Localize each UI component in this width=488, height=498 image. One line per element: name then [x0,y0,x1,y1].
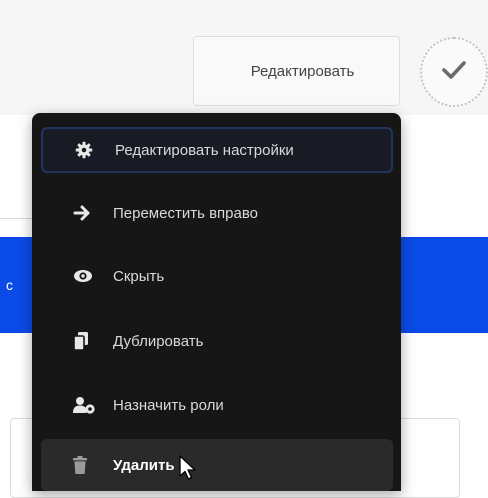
gear-icon [75,141,107,159]
menu-item-duplicate[interactable]: Дублировать [41,318,393,364]
context-menu: Редактировать настройки Переместить впра… [32,113,401,491]
menu-item-label: Дублировать [113,332,204,350]
menu-item-label: Редактировать настройки [115,141,294,159]
menu-item-label: Удалить [113,456,175,474]
edit-button-label: Редактировать [250,62,355,80]
trash-icon [73,456,105,474]
menu-item-hide[interactable]: Скрыть [41,253,393,299]
arrow-right-icon [73,205,105,221]
user-gear-icon [73,396,105,414]
menu-item-edit-settings[interactable]: Редактировать настройки [41,127,393,173]
copy-icon [73,331,105,351]
menu-item-delete[interactable]: Удалить [41,439,393,491]
banner-text: с [6,277,13,293]
check-icon [441,59,467,86]
divider [0,218,36,219]
menu-item-label: Скрыть [113,267,165,285]
confirm-button[interactable] [420,37,488,107]
menu-item-label: Назначить роли [113,396,224,414]
menu-item-move-right[interactable]: Переместить вправо [41,190,393,236]
edit-button[interactable]: Редактировать [193,36,400,106]
menu-item-assign-roles[interactable]: Назначить роли [41,382,393,428]
menu-item-label: Переместить вправо [113,204,258,222]
mouse-cursor-icon [178,455,198,486]
eye-icon [73,269,105,283]
